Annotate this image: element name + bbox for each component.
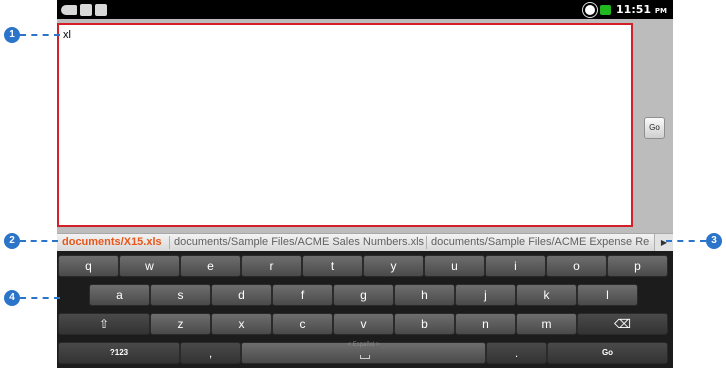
go-key[interactable]: Go	[547, 342, 668, 364]
key-s[interactable]: s	[150, 284, 211, 306]
key-i[interactable]: i	[485, 255, 546, 277]
key-h[interactable]: h	[394, 284, 455, 306]
app-area: xl Go	[57, 19, 673, 233]
shift-key[interactable]: ⇧	[58, 313, 150, 335]
callout-2: 2	[4, 233, 20, 249]
key-l[interactable]: l	[577, 284, 638, 306]
suggestion-strip: documents/X15.xls documents/Sample Files…	[57, 233, 673, 251]
battery-icon	[600, 4, 612, 15]
suggestion-item[interactable]: documents/X15.xls	[62, 236, 162, 248]
suggestion-item[interactable]: documents/Sample Files/ACME Expense Re	[431, 236, 649, 248]
key-r[interactable]: r	[241, 255, 302, 277]
key-u[interactable]: u	[424, 255, 485, 277]
shift-icon: ⇧	[98, 317, 110, 331]
callout-1-leader	[20, 34, 60, 36]
comma-key[interactable]: ,	[180, 342, 241, 364]
suggestion-divider	[426, 236, 427, 249]
text-input-value: xl	[63, 29, 71, 41]
brightness-icon	[585, 4, 596, 15]
space-language-label: < Español >	[347, 342, 380, 348]
key-o[interactable]: o	[546, 255, 607, 277]
key-b[interactable]: b	[394, 313, 455, 335]
key-g[interactable]: g	[333, 284, 394, 306]
key-m[interactable]: m	[516, 313, 577, 335]
callout-3: 3	[706, 233, 722, 249]
more-suggestions-icon[interactable]: ▶	[654, 234, 673, 251]
callout-1: 1	[4, 27, 20, 43]
suggestion-item[interactable]: documents/Sample Files/ACME Sales Number…	[174, 236, 424, 248]
key-j[interactable]: j	[455, 284, 516, 306]
clock-time: 11:51	[616, 3, 652, 16]
key-p[interactable]: p	[607, 255, 668, 277]
callout-4: 4	[4, 290, 20, 306]
key-a[interactable]: a	[89, 284, 150, 306]
usb-icon	[61, 4, 77, 15]
space-key[interactable]: < Español >	[241, 342, 486, 364]
status-right-icons: 11:51 PM	[585, 1, 667, 18]
key-f[interactable]: f	[272, 284, 333, 306]
soft-keyboard: q w e r t y u i o p a s d f g h j k l ⇧ …	[57, 251, 673, 368]
key-d[interactable]: d	[211, 284, 272, 306]
clock-ampm: PM	[654, 7, 667, 15]
space-bar-icon	[359, 355, 370, 359]
go-button[interactable]: Go	[644, 117, 665, 139]
status-left-icons	[61, 2, 107, 17]
android-debug-icon	[95, 3, 107, 16]
callout-3-leader	[666, 240, 706, 242]
status-bar: 11:51 PM	[57, 0, 673, 19]
period-key[interactable]: .	[486, 342, 547, 364]
backspace-key[interactable]: ⌫	[577, 313, 668, 335]
key-k[interactable]: k	[516, 284, 577, 306]
callout-4-leader	[20, 297, 60, 299]
symbols-key[interactable]: ?123	[58, 342, 180, 364]
key-w[interactable]: w	[119, 255, 180, 277]
key-x[interactable]: x	[211, 313, 272, 335]
key-y[interactable]: y	[363, 255, 424, 277]
key-z[interactable]: z	[150, 313, 211, 335]
key-e[interactable]: e	[180, 255, 241, 277]
key-v[interactable]: v	[333, 313, 394, 335]
suggestion-divider	[169, 236, 170, 249]
key-n[interactable]: n	[455, 313, 516, 335]
key-c[interactable]: c	[272, 313, 333, 335]
sd-card-icon	[80, 3, 92, 16]
backspace-icon: ⌫	[614, 317, 631, 331]
clock: 11:51 PM	[616, 3, 667, 16]
key-q[interactable]: q	[58, 255, 119, 277]
text-input[interactable]: xl	[57, 23, 633, 227]
callout-2-leader	[20, 240, 58, 242]
key-t[interactable]: t	[302, 255, 363, 277]
